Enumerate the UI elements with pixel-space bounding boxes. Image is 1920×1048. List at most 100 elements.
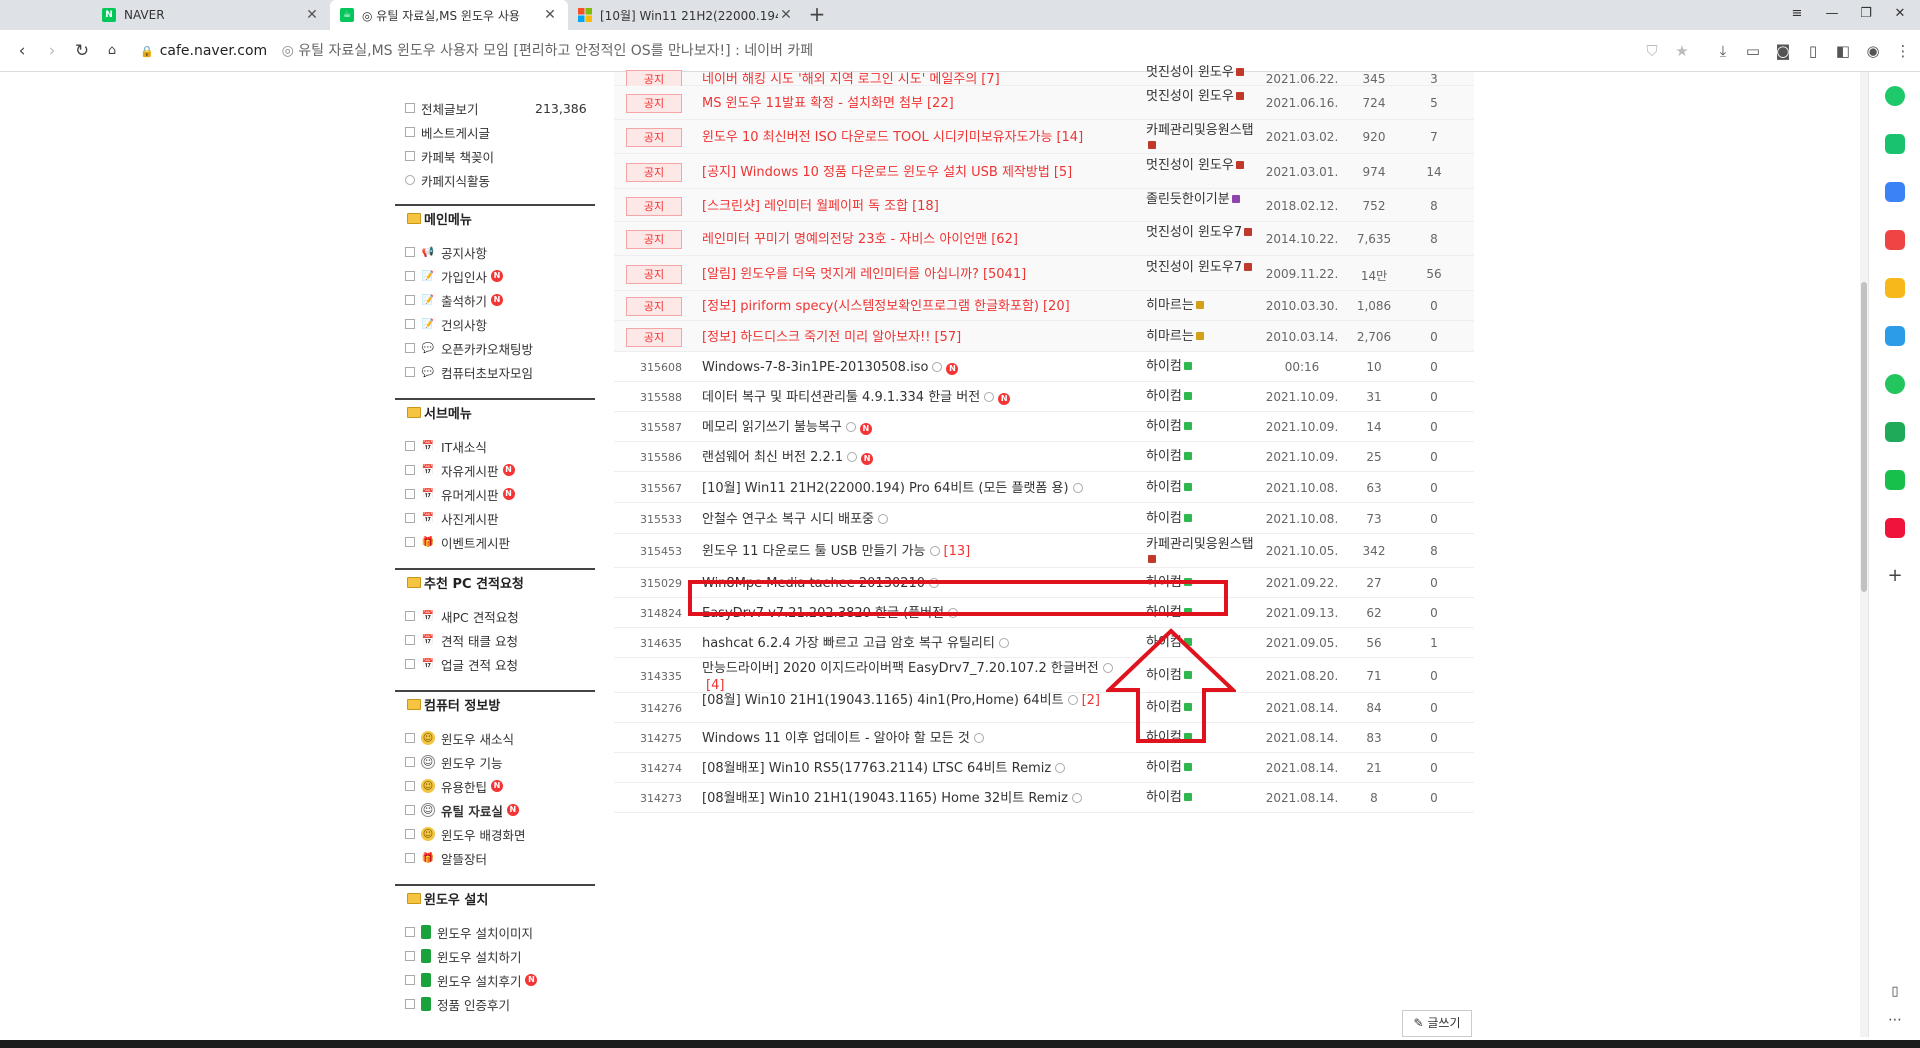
article-row[interactable]: 315587 메모리 읽기쓰기 불능복구 N 하이컴 2021.10.09. 14… [614,412,1474,442]
article-title-link[interactable]: Windows 11 이후 업데이트 - 알아야 할 모든 것 [702,730,1122,747]
green-square-app-icon[interactable] [1885,470,1905,490]
article-row[interactable]: 315586 랜섬웨어 최신 버전 2.2.1 N 하이컴 2021.10.09.… [614,442,1474,472]
menu-item-photo[interactable]: 📅 사진게시판 [405,508,499,528]
sidebar-toggle-icon[interactable]: ◧ [1833,41,1853,61]
article-title-link[interactable]: 랜섬웨어 최신 버전 2.2.1 N [702,449,1122,466]
comment-count[interactable]: [20] [1043,299,1070,314]
menu-item-event[interactable]: 🎁 이벤트게시판 [405,532,510,552]
webtoon-app-icon[interactable] [1885,422,1905,442]
menu-item-install-howto[interactable]: 윈도우 설치하기 [405,946,521,966]
notice-title-link[interactable]: 윈도우 10 최신버전 ISO 다운로드 TOOL 시디키미보유자도가능 [14] [702,129,1122,146]
tab-close-icon[interactable]: ✕ [778,7,794,23]
article-row[interactable]: 315588 데이터 복구 및 파티션관리툴 4.9.1.334 한글 버전 N … [614,382,1474,412]
article-row[interactable]: 314276 [08월] Win10 21H1(19043.1165) 4in1… [614,693,1474,723]
tab-close-icon[interactable]: ✕ [542,7,558,23]
menu-item-beginners[interactable]: 💬 컴퓨터초보자모임 [405,362,533,382]
forward-icon[interactable]: › [40,39,64,63]
article-title-link[interactable]: 메모리 읽기쓰기 불능복구 N [702,419,1122,436]
author-name[interactable]: 졸린듯한이기분 [1146,192,1256,207]
add-app-icon[interactable]: + [1885,566,1905,586]
article-title-link[interactable]: [08월배포] Win10 21H1(19043.1165) Home 32비트… [702,790,1122,807]
comment-count[interactable]: [2] [1082,693,1100,708]
article-row[interactable]: 314635 hashcat 6.2.4 가장 빠르고 고급 암호 복구 유틸리… [614,628,1474,658]
address-bar[interactable]: 🔒 cafe.naver.com ◎ 유틸 자료실,MS 윈도우 사용자 모임 [… [140,38,1630,64]
profile-icon[interactable]: ◉ [1863,41,1883,61]
page-scrollbar[interactable] [1860,72,1868,1037]
article-row[interactable]: 315533 안철수 연구소 복구 시디 배포중 하이컴 2021.10.08.… [614,503,1474,534]
author-name[interactable]: 하이컴 [1146,760,1256,775]
comment-count[interactable]: [22] [927,96,954,111]
article-row[interactable]: 314275 Windows 11 이후 업데이트 - 알아야 할 모든 것 하… [614,723,1474,753]
author-name[interactable]: 하이컴 [1146,511,1256,526]
author-name[interactable]: 하이컴 [1146,790,1256,805]
article-title-link[interactable]: [08월배포] Win10 RS5(17763.2114) LTSC 64비트 … [702,760,1122,777]
comment-count[interactable]: [18] [912,199,939,214]
article-row[interactable]: 315567 [10월] Win11 21H2(22000.194) Pro 6… [614,472,1474,503]
article-row[interactable]: 314335 만능드라이버] 2020 이지드라이버팩 EasyDrv7_7.2… [614,658,1474,693]
reload-icon[interactable]: ↻ [70,39,94,63]
notice-row[interactable]: 공지 [정보] piriform specy(시스템정보확인프로그램 한글화포함… [614,291,1474,321]
notice-row[interactable]: 공지 윈도우 10 최신버전 ISO 다운로드 TOOL 시디키미보유자도가능[… [614,120,1474,154]
tab-win11-article[interactable]: [10월] Win11 21H2(22000.194) ✕ [568,0,804,30]
author-name[interactable]: 멋진성이 윈도우7 [1146,260,1256,275]
author-name[interactable]: 히마르는 [1146,298,1256,313]
author-name[interactable]: 하이컴 [1146,449,1256,464]
panel-icon[interactable]: ▯ [1885,982,1905,1002]
comment-count[interactable]: [7] [981,72,999,87]
comment-count[interactable]: [4] [706,678,724,693]
comment-count[interactable]: [57] [934,330,961,345]
menu-item-quote-review[interactable]: 📅 견적 태클 요청 [405,630,518,650]
comment-count[interactable]: [13] [944,544,971,559]
menu-item-free-board[interactable]: 📅 자유게시판 N [405,460,515,480]
article-title-link[interactable]: 데이터 복구 및 파티션관리툴 4.9.1.334 한글 버전 N [702,389,1122,406]
author-name[interactable]: 멋진성이 윈도우 [1146,89,1256,104]
home-icon[interactable]: ⌂ [100,39,124,63]
notice-title-link[interactable]: [알림] 윈도우를 더욱 멋지게 레인미터를 아십니까? [5041] [702,266,1122,283]
menu-item-cafebook[interactable]: 카페북 책꽂이 [405,146,494,166]
back-icon[interactable]: ‹ [10,39,34,63]
menu-item-windows-features[interactable]: ☺ 윈도우 기능 [405,752,502,772]
download-icon[interactable]: ⤓ [1713,41,1733,61]
article-row[interactable]: 314274 [08월배포] Win10 RS5(17763.2114) LTS… [614,753,1474,783]
green-circle-app-icon[interactable] [1885,86,1905,106]
article-title-link[interactable]: [08월] Win10 21H1(19043.1165) 4in1(Pro,Ho… [702,692,1122,709]
author-name[interactable]: 멋진성이 윈도우7 [1146,225,1256,240]
comment-count[interactable]: [5] [1054,165,1072,180]
message-app-icon[interactable] [1885,134,1905,154]
star-app-icon[interactable] [1885,278,1905,298]
menu-item-new-pc-quote[interactable]: 📅 새PC 견적요청 [405,606,519,626]
menu-item-greeting[interactable]: 📝 가입인사 N [405,266,504,286]
notice-row[interactable]: 공지 [스크린샷] 레인미터 월페이퍼 독 조합 [18] 졸린듯한이기분 201… [614,189,1474,222]
notice-row[interactable]: 공지 [공지] Windows 10 정품 다운로드 윈도우 설치 USB 제작… [614,154,1474,189]
notice-title-link[interactable]: [정보] 하드디스크 죽기전 미리 알아보자!! [57] [702,329,1122,346]
translate-app-icon[interactable] [1885,326,1905,346]
article-title-link[interactable]: 만능드라이버] 2020 이지드라이버팩 EasyDrv7_7.20.107.2… [702,660,1122,694]
menu-item-all-posts[interactable]: 전체글보기 213,386 [405,98,587,118]
author-name[interactable]: 카페관리및응원스탭 [1146,123,1256,153]
pocket-app-icon[interactable] [1885,230,1905,250]
comment-count[interactable]: [5041] [983,267,1026,282]
author-name[interactable]: 멋진성이 윈도우 [1146,158,1256,173]
notice-row[interactable]: 공지 [정보] 하드디스크 죽기전 미리 알아보자!! [57] 히마르는 201… [614,321,1474,352]
shield-icon[interactable]: ⛉ [1642,41,1662,61]
more-icon[interactable]: ⋯ [1885,1010,1905,1030]
author-name[interactable]: 하이컴 [1146,389,1256,404]
comment-count[interactable]: [62] [991,232,1018,247]
author-name[interactable]: 하이컴 [1146,480,1256,495]
notice-title-link[interactable]: [정보] piriform specy(시스템정보확인프로그램 한글화포함) [2… [702,298,1122,315]
menu-item-wallpaper[interactable]: ☺ 윈도우 배경화면 [405,824,525,844]
article-title-link[interactable]: [10월] Win11 21H2(22000.194) Pro 64비트 (모든… [702,480,1122,497]
menu-item-tips[interactable]: ☺ 유용한팁 N [405,776,504,796]
calendar-app-icon[interactable] [1885,182,1905,202]
notice-title-link[interactable]: [공지] Windows 10 정품 다운로드 윈도우 설치 USB 제작방법 [… [702,164,1122,181]
play-app-icon[interactable] [1885,374,1905,394]
notice-row[interactable]: 공지 MS 윈도우 11발표 확정 - 설치화면 첨부 [22] 멋진성이 윈도우… [614,86,1474,120]
menu-item-activation-review[interactable]: 정품 인증후기 [405,994,510,1014]
camera-icon[interactable]: ◙ [1773,41,1793,61]
menu-item-upgrade-quote[interactable]: 📅 업글 견적 요청 [405,654,518,674]
tab-list-icon[interactable]: ≡ [1777,0,1817,30]
notice-title-link[interactable]: MS 윈도우 11발표 확정 - 설치화면 첨부 [22] [702,95,1122,112]
menu-item-it-news[interactable]: 📅 IT새소식 [405,436,487,456]
article-title-link[interactable]: 안철수 연구소 복구 시디 배포중 [702,511,1122,528]
article-row[interactable]: 315608 Windows-7-8-3in1PE-20130508.iso N … [614,352,1474,382]
